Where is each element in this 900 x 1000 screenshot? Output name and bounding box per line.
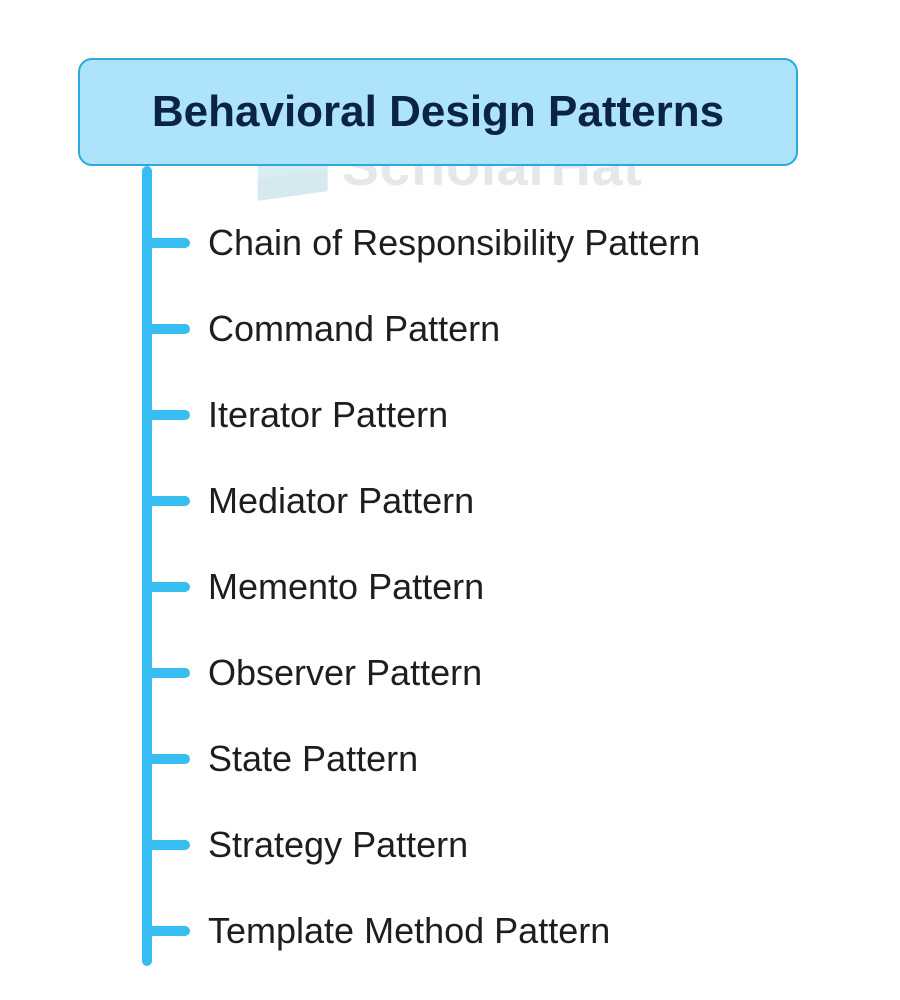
pattern-label: Iterator Pattern (208, 394, 448, 436)
list-item: Mediator Pattern (142, 458, 862, 544)
pattern-label: Observer Pattern (208, 652, 482, 694)
list-item: Observer Pattern (142, 630, 862, 716)
tree-branch (148, 238, 190, 248)
pattern-label: Memento Pattern (208, 566, 484, 608)
pattern-tree: Chain of Responsibility Pattern Command P… (142, 166, 862, 966)
tree-branch (148, 926, 190, 936)
title-box: Behavioral Design Patterns (78, 58, 798, 166)
list-item: Chain of Responsibility Pattern (142, 200, 862, 286)
tree-branch (148, 496, 190, 506)
list-item: Command Pattern (142, 286, 862, 372)
list-item: Memento Pattern (142, 544, 862, 630)
page-title: Behavioral Design Patterns (152, 87, 724, 137)
list-item: Iterator Pattern (142, 372, 862, 458)
tree-items: Chain of Responsibility Pattern Command P… (142, 200, 862, 974)
pattern-label: Chain of Responsibility Pattern (208, 222, 700, 264)
tree-branch (148, 754, 190, 764)
tree-branch (148, 840, 190, 850)
pattern-label: State Pattern (208, 738, 418, 780)
pattern-label: Template Method Pattern (208, 910, 610, 952)
pattern-label: Mediator Pattern (208, 480, 474, 522)
list-item: Strategy Pattern (142, 802, 862, 888)
tree-branch (148, 410, 190, 420)
pattern-label: Strategy Pattern (208, 824, 468, 866)
list-item: State Pattern (142, 716, 862, 802)
pattern-label: Command Pattern (208, 308, 500, 350)
tree-branch (148, 668, 190, 678)
tree-branch (148, 582, 190, 592)
list-item: Template Method Pattern (142, 888, 862, 974)
tree-branch (148, 324, 190, 334)
diagram-canvas: ScholarHat Behavioral Design Patterns Ch… (0, 0, 900, 1000)
